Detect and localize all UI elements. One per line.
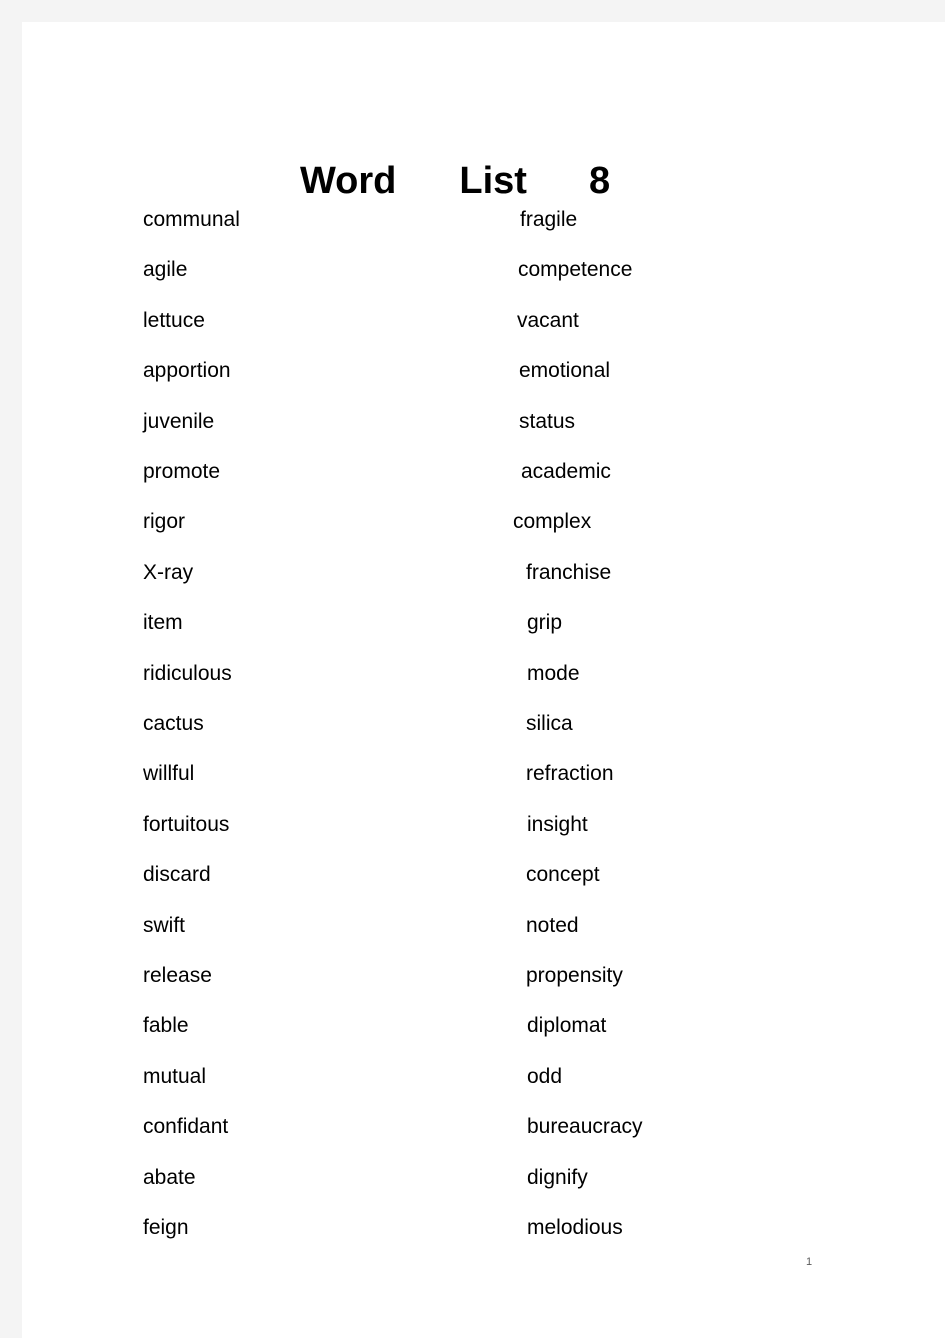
- word-row: X-ray franchise: [0, 558, 945, 588]
- word-row: confidant bureaucracy: [0, 1112, 945, 1142]
- word-item-left: juvenile: [143, 409, 215, 433]
- word-item-right: odd: [527, 1064, 563, 1088]
- word-row: item grip: [0, 608, 945, 638]
- word-row: promote academic: [0, 457, 945, 487]
- word-item-left: feign: [143, 1216, 189, 1239]
- word-item-right: propensity: [526, 964, 623, 987]
- word-item-right: silica: [526, 712, 573, 735]
- word-item-right: franchise: [526, 560, 612, 584]
- word-item-right: diplomat: [527, 1014, 607, 1038]
- word-item-right: mode: [527, 661, 580, 685]
- word-item-right: academic: [521, 460, 611, 483]
- word-item-right: complex: [513, 510, 592, 534]
- word-item-left: release: [143, 964, 212, 987]
- word-item-left: apportion: [143, 359, 231, 383]
- word-item-right: insight: [527, 812, 588, 836]
- word-item-left: item: [143, 611, 183, 635]
- word-row: apportion emotional: [0, 356, 945, 386]
- word-row: lettuce vacant: [0, 306, 945, 336]
- word-item-left: abate: [143, 1165, 196, 1189]
- word-row: ridiculous mode: [0, 659, 945, 689]
- word-row: swift noted: [0, 911, 945, 941]
- word-item-left: mutual: [143, 1064, 207, 1088]
- word-item-left: agile: [143, 258, 188, 282]
- word-row: fortuitous insight: [0, 810, 945, 840]
- word-item-left: fortuitous: [143, 812, 230, 836]
- word-item-left: confidant: [143, 1115, 229, 1139]
- word-item-right: noted: [526, 913, 579, 937]
- word-item-right: dignify: [527, 1165, 588, 1189]
- word-item-left: promote: [143, 460, 221, 483]
- word-row: willful refraction: [0, 759, 945, 789]
- word-row: agile competence: [0, 255, 945, 285]
- word-item-right: competence: [518, 258, 633, 282]
- word-item-left: rigor: [143, 510, 186, 534]
- word-row: communal fragile: [0, 205, 945, 235]
- word-row: release propensity: [0, 961, 945, 991]
- word-row: juvenile status: [0, 407, 945, 437]
- word-list-grid: communal fragile agile competence lettuce vac…: [0, 0, 945, 1338]
- word-row: cactus silica: [0, 709, 945, 739]
- word-item-left: lettuce: [143, 308, 205, 332]
- word-item-right: grip: [527, 611, 563, 635]
- word-item-left: cactus: [143, 712, 204, 735]
- word-item-left: swift: [143, 913, 185, 937]
- word-row: abate dignify: [0, 1163, 945, 1193]
- word-item-right: refraction: [526, 762, 614, 786]
- word-item-right: emotional: [519, 359, 611, 383]
- word-item-right: vacant: [517, 308, 579, 332]
- word-item-left: fable: [143, 1014, 189, 1038]
- word-row: discard concept: [0, 860, 945, 890]
- word-item-right: bureaucracy: [527, 1115, 643, 1139]
- word-item-left: X-ray: [143, 560, 194, 584]
- word-row: mutual odd: [0, 1062, 945, 1092]
- word-item-left: communal: [143, 208, 240, 231]
- word-item-left: willful: [143, 762, 195, 786]
- word-item-left: ridiculous: [143, 661, 232, 685]
- word-item-left: discard: [143, 863, 211, 887]
- word-item-right: fragile: [520, 208, 578, 231]
- word-item-right: concept: [526, 863, 600, 887]
- word-row: feign melodious: [0, 1213, 945, 1243]
- word-row: rigor complex: [0, 507, 945, 537]
- word-item-right: melodious: [527, 1216, 623, 1239]
- word-row: fable diplomat: [0, 1011, 945, 1041]
- word-item-right: status: [519, 409, 576, 433]
- page-number: 1: [806, 1256, 813, 1268]
